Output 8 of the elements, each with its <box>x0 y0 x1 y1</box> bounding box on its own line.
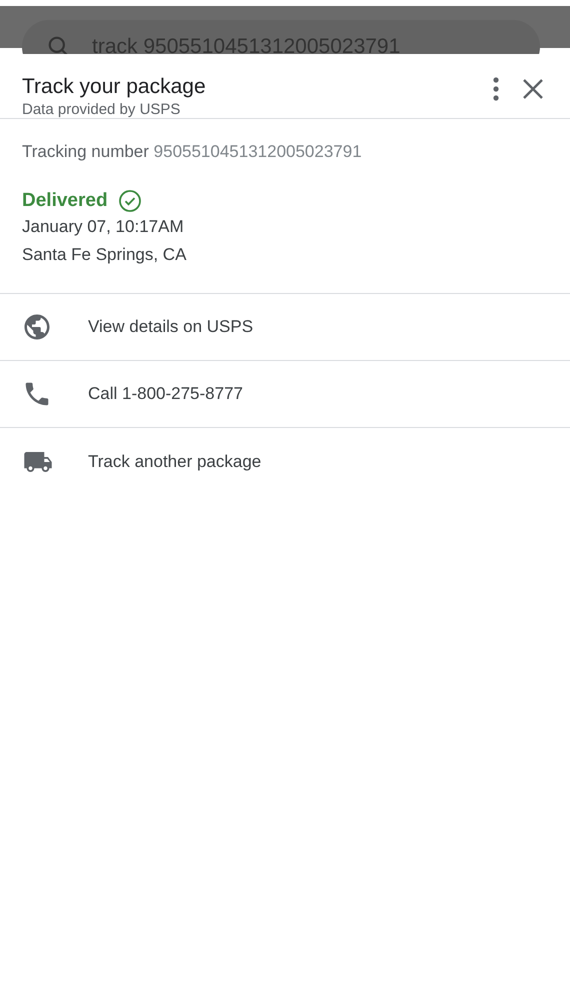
sheet-subtitle: Data provided by USPS <box>22 100 182 120</box>
delivery-date: January 07, 10:17AM <box>22 216 185 238</box>
status-label: Delivered <box>22 190 108 212</box>
check-circle-icon <box>118 189 142 213</box>
globe-icon <box>22 312 52 342</box>
sheet-title: Track your package <box>22 74 207 100</box>
delivery-location: Santa Fe Springs, CA <box>22 244 188 266</box>
tracking-number: Tracking number 9505510451312005023791 <box>22 141 363 163</box>
